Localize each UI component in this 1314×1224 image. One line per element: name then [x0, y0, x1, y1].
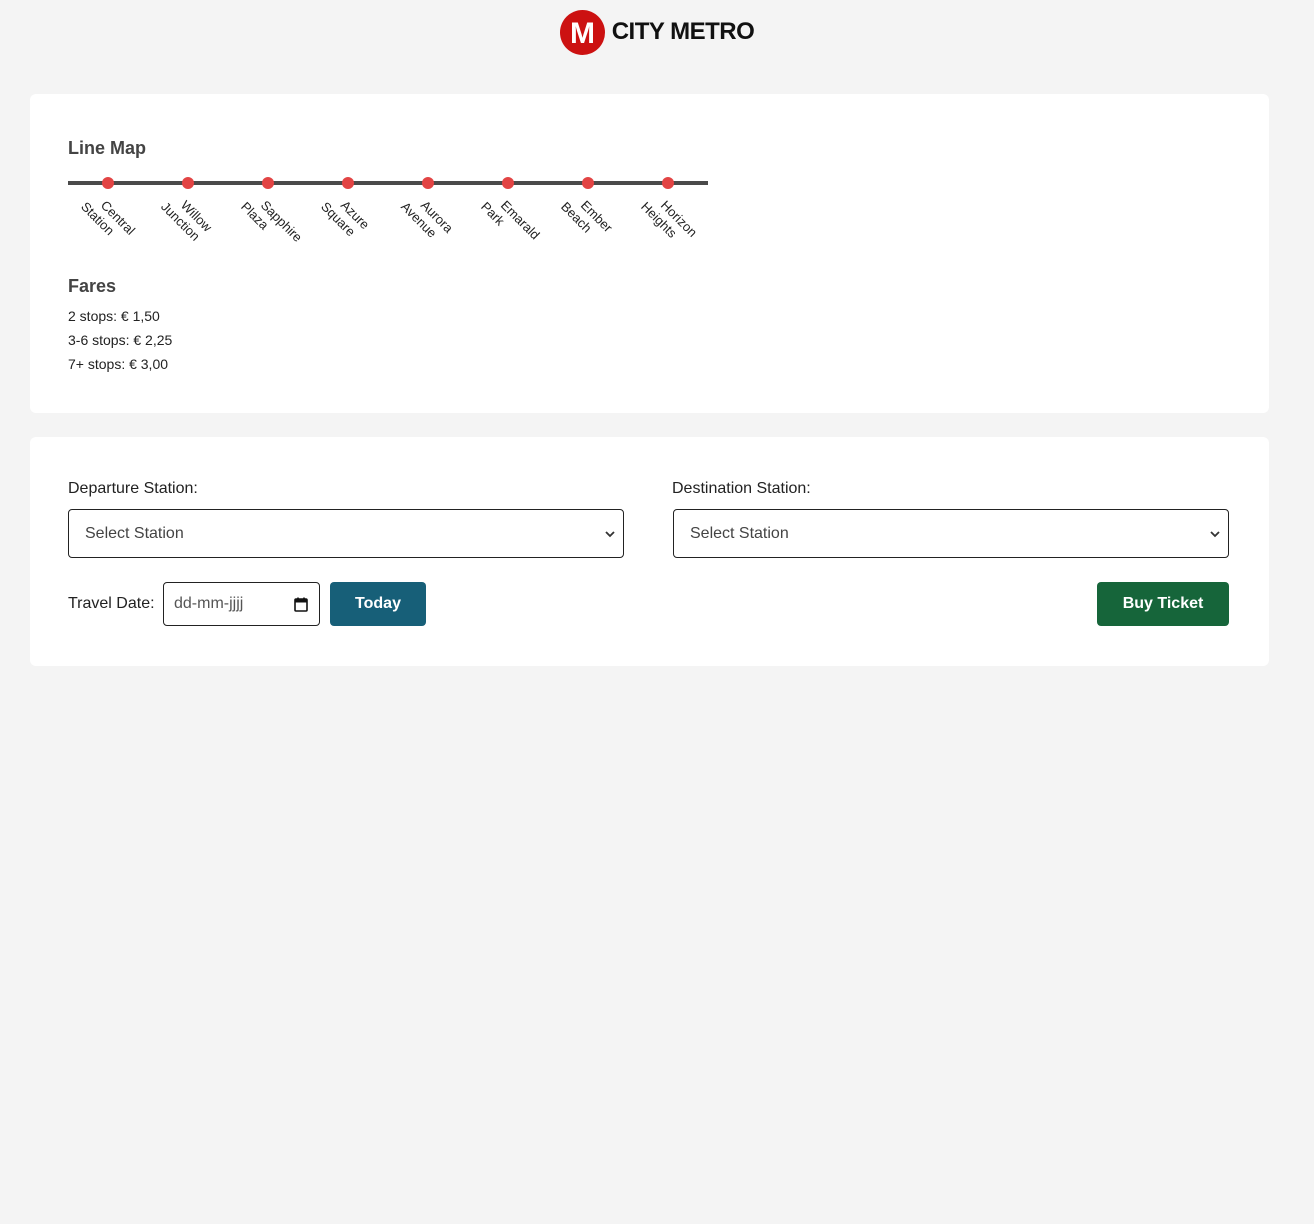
fares-list: 2 stops: € 1,50 3-6 stops: € 2,25 7+ sto…: [68, 304, 172, 376]
fare-item: 3-6 stops: € 2,25: [68, 332, 173, 348]
brand-name: CITY METRO: [611, 18, 755, 45]
station-label: CentralStation: [78, 188, 138, 248]
station-stop: [662, 177, 674, 189]
calendar-icon[interactable]: [294, 597, 308, 612]
destination-label: Destination Station:: [672, 480, 811, 497]
logo[interactable]: M CITY METRO: [559, 9, 755, 55]
station-label: SapphirePlaza: [238, 188, 305, 255]
departure-label: Departure Station:: [68, 480, 198, 497]
station-label: EmaraldPark: [478, 188, 543, 253]
chevron-down-icon: [605, 531, 615, 538]
line-map: CentralStation WillowJunction SapphirePlaz…: [68, 177, 708, 255]
travel-date-input[interactable]: dd-mm-jjjj: [163, 582, 320, 626]
date-placeholder: dd-mm-jjjj: [174, 595, 244, 612]
fares-title: Fares: [68, 276, 117, 296]
station-stop: [502, 177, 514, 189]
station-stop: [342, 177, 354, 189]
destination-select[interactable]: Select Station: [673, 509, 1229, 558]
station-label: AzureSquare: [318, 188, 372, 242]
station-stop: [182, 177, 194, 189]
fare-item: 7+ stops: € 3,00: [68, 356, 169, 372]
station-stop: [102, 177, 114, 189]
station-label: EmberBeach: [558, 188, 616, 246]
departure-select[interactable]: Select Station: [68, 509, 624, 558]
logo-letter: M: [570, 17, 595, 50]
today-button[interactable]: Today: [330, 582, 426, 626]
station-stop: [262, 177, 274, 189]
station-label: AuroraAvenue: [398, 188, 457, 247]
station-stop: [582, 177, 594, 189]
line-map-card: Line Map CentralStation WillowJunction Sap…: [30, 94, 1269, 413]
station-label: WillowJunction: [158, 188, 215, 245]
ticket-form-card: Departure Station: Select Station Destin…: [30, 437, 1269, 666]
station-stop: [422, 177, 434, 189]
line-map-title: Line Map: [68, 138, 147, 158]
header: M CITY METRO: [0, 9, 1314, 55]
destination-select-value: Select Station: [690, 524, 789, 542]
chevron-down-icon: [1210, 531, 1220, 538]
metro-logo-icon: M: [559, 9, 605, 55]
travel-date-label: Travel Date:: [68, 595, 155, 612]
fare-item: 2 stops: € 1,50: [68, 308, 160, 324]
departure-select-value: Select Station: [85, 524, 184, 542]
buy-ticket-button[interactable]: Buy Ticket: [1097, 582, 1229, 626]
station-label: HorizonHeights: [638, 188, 700, 250]
